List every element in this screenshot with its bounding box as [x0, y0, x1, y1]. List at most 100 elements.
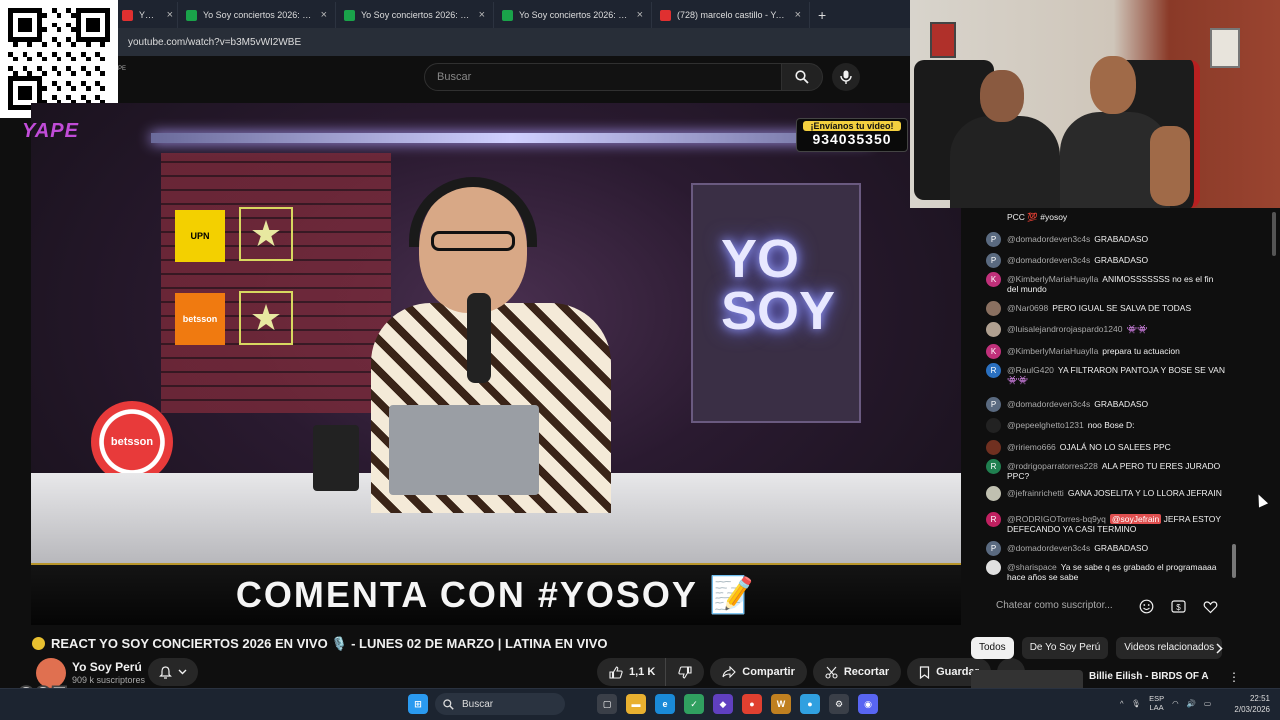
chat-author[interactable]: @jefrainrichetti — [1007, 488, 1064, 498]
chat-author[interactable]: @RODRIGOTorres-bq9yq — [1007, 514, 1106, 524]
chat-scrollbar-top[interactable] — [1272, 212, 1276, 256]
share-icon — [722, 666, 737, 678]
filter-chip[interactable]: De Yo Soy Perú — [1021, 637, 1109, 659]
tab-close-icon[interactable]: × — [321, 9, 327, 21]
chat-message[interactable]: @Nar0698 PERO IGUAL SE SALVA DE TODAS — [986, 301, 1226, 316]
chat-message[interactable]: @jefrainrichetti GANA JOSELITA Y LO LLORA… — [986, 486, 1226, 501]
youtube-logo-fragment[interactable]: PE — [118, 66, 126, 72]
chat-author[interactable]: @domadordeven3c4s — [1007, 543, 1090, 553]
related-video-title[interactable]: Billie Eilish - BIRDS OF A — [1089, 671, 1209, 682]
chat-message[interactable]: P @domadordeven3c4s GRABADASO — [986, 397, 1226, 412]
tab-favicon-icon — [186, 9, 197, 21]
search-button[interactable] — [781, 63, 823, 91]
tab-close-icon[interactable]: × — [637, 9, 643, 21]
chat-author[interactable]: @pepeelghetto1231 — [1007, 420, 1084, 430]
chat-avatar: P — [986, 253, 1001, 268]
wifi-icon[interactable]: ◠ — [1172, 699, 1179, 708]
browser-tab[interactable]: YO SOY CC × — [118, 2, 178, 28]
video-player[interactable]: YO SOY UPN betsson ★ ★ betsson COMENTA C… — [31, 103, 961, 625]
taskbar-app-icon[interactable]: W — [771, 694, 791, 714]
chat-author[interactable]: @Nar0698 — [1007, 303, 1048, 313]
taskbar-app-icon[interactable]: ◉ — [858, 694, 878, 714]
clip-button[interactable]: Recortar — [812, 658, 902, 686]
chat-author[interactable]: @KimberlyMariaHuaylla — [1007, 346, 1098, 356]
channel-name[interactable]: Yo Soy Perú — [72, 660, 142, 674]
chat-input[interactable]: Chatear como suscriptor... — [984, 595, 1136, 617]
chat-message-list[interactable]: PCC 💯 #yosoy P @domadordeven3c4s GRABADASO P… — [972, 208, 1234, 590]
taskbar-app-icon[interactable]: ● — [800, 694, 820, 714]
chat-author[interactable]: @rodrigoparratorres228 — [1007, 461, 1098, 471]
chat-author[interactable]: @RaulG420 — [1007, 365, 1054, 375]
chat-avatar — [986, 560, 1001, 575]
chat-message[interactable]: @luisalejandrorojaspardo1240 👾👾 — [986, 322, 1226, 337]
browser-tab[interactable]: Yo Soy conciertos 2026: Encues × — [336, 2, 494, 28]
chat-scrollbar[interactable] — [1232, 544, 1236, 578]
address-bar[interactable]: youtube.com/watch?v=b3M5vWI2WBE — [0, 28, 910, 56]
tab-close-icon[interactable]: × — [795, 9, 801, 21]
taskbar-app-icon[interactable]: ✓ — [684, 694, 704, 714]
taskbar-app-icon[interactable]: ◆ — [713, 694, 733, 714]
start-menu-icon[interactable]: ⊞ — [408, 694, 428, 714]
chat-message[interactable]: R @RODRIGOTorres-bq9yq @soyJefrain JEFRA E… — [986, 512, 1226, 534]
taskbar-app-icon[interactable]: ⚙ — [829, 694, 849, 714]
chat-message[interactable]: @pepeelghetto1231 noo Bose D: — [986, 418, 1226, 433]
chat-message[interactable]: P @domadordeven3c4s GRABADASO — [986, 232, 1226, 247]
taskbar-clock[interactable]: 22:51 2/03/2026 — [1226, 693, 1270, 715]
send-video-promo: ¡Envíanos tu video! 934035350 — [796, 118, 908, 152]
chat-message[interactable]: P @domadordeven3c4s GRABADASO — [986, 541, 1226, 556]
microphone-icon[interactable]: 🎙 — [1132, 699, 1142, 708]
chat-message-text: @sharispace Ya se sabe q es grabado el pr… — [1007, 562, 1226, 582]
emoji-button[interactable] — [1138, 598, 1155, 615]
chat-author[interactable]: @ririemo666 — [1007, 442, 1056, 452]
dislike-button[interactable] — [665, 658, 705, 686]
tab-label: Yo Soy conciertos 2026: Encues — [519, 10, 631, 20]
chat-mention[interactable]: @soyJefrain — [1109, 514, 1162, 524]
notification-bell-button[interactable] — [148, 658, 198, 686]
taskbar-search[interactable]: Buscar — [435, 693, 565, 715]
super-chat-button[interactable]: $ — [1170, 598, 1187, 615]
voice-search-button[interactable] — [832, 63, 860, 91]
chat-author[interactable]: @domadordeven3c4s — [1007, 234, 1090, 244]
browser-tab[interactable]: Yo Soy conciertos 2026: Encues × — [178, 2, 336, 28]
browser-tab[interactable]: Yo Soy conciertos 2026: Encues × — [494, 2, 652, 28]
heart-button[interactable] — [1202, 598, 1219, 615]
taskbar-app-icon[interactable]: ▬ — [626, 694, 646, 714]
chat-message[interactable]: R @rodrigoparratorres228 ALA PERO TU ERES … — [986, 459, 1226, 481]
filter-chip[interactable]: Todos — [971, 637, 1014, 659]
chat-author[interactable]: @KimberlyMariaHuaylla — [1007, 274, 1098, 284]
chat-message[interactable]: R @RaulG420 YA FILTRARON PANTOJA Y BOSE SE… — [986, 363, 1226, 385]
chat-author[interactable]: @domadordeven3c4s — [1007, 399, 1090, 409]
chat-message-text: @ririemo666 OJALÁ NO LO SALEES PPC — [1007, 442, 1226, 455]
related-thumbnail[interactable] — [971, 670, 1083, 688]
tab-close-icon[interactable]: × — [479, 9, 485, 21]
battery-icon[interactable]: ▭ — [1204, 699, 1211, 708]
new-tab-button[interactable]: + — [810, 2, 834, 28]
chat-message[interactable]: P @domadordeven3c4s GRABADASO — [986, 253, 1226, 268]
taskbar-app-icon[interactable]: ▢ — [597, 694, 617, 714]
language-indicator[interactable]: ESP LAA — [1149, 694, 1164, 712]
taskbar-app-icon[interactable]: ● — [742, 694, 762, 714]
tab-label: (728) marcelo castillo - YouTub — [677, 10, 789, 20]
chat-message[interactable]: @ririemo666 OJALÁ NO LO SALEES PPC — [986, 440, 1226, 455]
chat-author[interactable]: @sharispace — [1007, 562, 1057, 572]
tab-close-icon[interactable]: × — [167, 9, 173, 21]
chevron-up-icon[interactable]: ^ — [1120, 699, 1124, 708]
browser-tab[interactable]: (728) marcelo castillo - YouTub × — [652, 2, 810, 28]
bookmark-icon — [920, 665, 930, 679]
chat-message[interactable]: K @KimberlyMariaHuaylla ANIMOSSSSSSS no es… — [986, 272, 1226, 294]
chat-avatar: P — [986, 541, 1001, 556]
chat-message[interactable]: @sharispace Ya se sabe q es grabado el pr… — [986, 560, 1226, 582]
share-button[interactable]: Compartir — [710, 658, 807, 686]
taskbar-app-icon[interactable]: e — [655, 694, 675, 714]
like-button[interactable]: 1,1 K — [597, 658, 666, 686]
chat-author[interactable]: @luisalejandrorojaspardo1240 — [1007, 324, 1122, 334]
chat-message[interactable]: PCC 💯 #yosoy — [986, 212, 1226, 225]
chips-next-button[interactable] — [1216, 643, 1223, 657]
related-more-button[interactable]: ⋮ — [1228, 670, 1240, 684]
chat-message[interactable]: K @KimberlyMariaHuaylla prepara tu actuaci… — [986, 344, 1226, 359]
volume-icon[interactable]: 🔊 — [1187, 699, 1196, 708]
chat-author[interactable]: @domadordeven3c4s — [1007, 255, 1090, 265]
filter-chip[interactable]: Videos relacionados — [1116, 637, 1223, 659]
search-input[interactable]: Buscar — [424, 63, 782, 91]
chat-message-text: @RaulG420 YA FILTRARON PANTOJA Y BOSE SE … — [1007, 365, 1226, 385]
